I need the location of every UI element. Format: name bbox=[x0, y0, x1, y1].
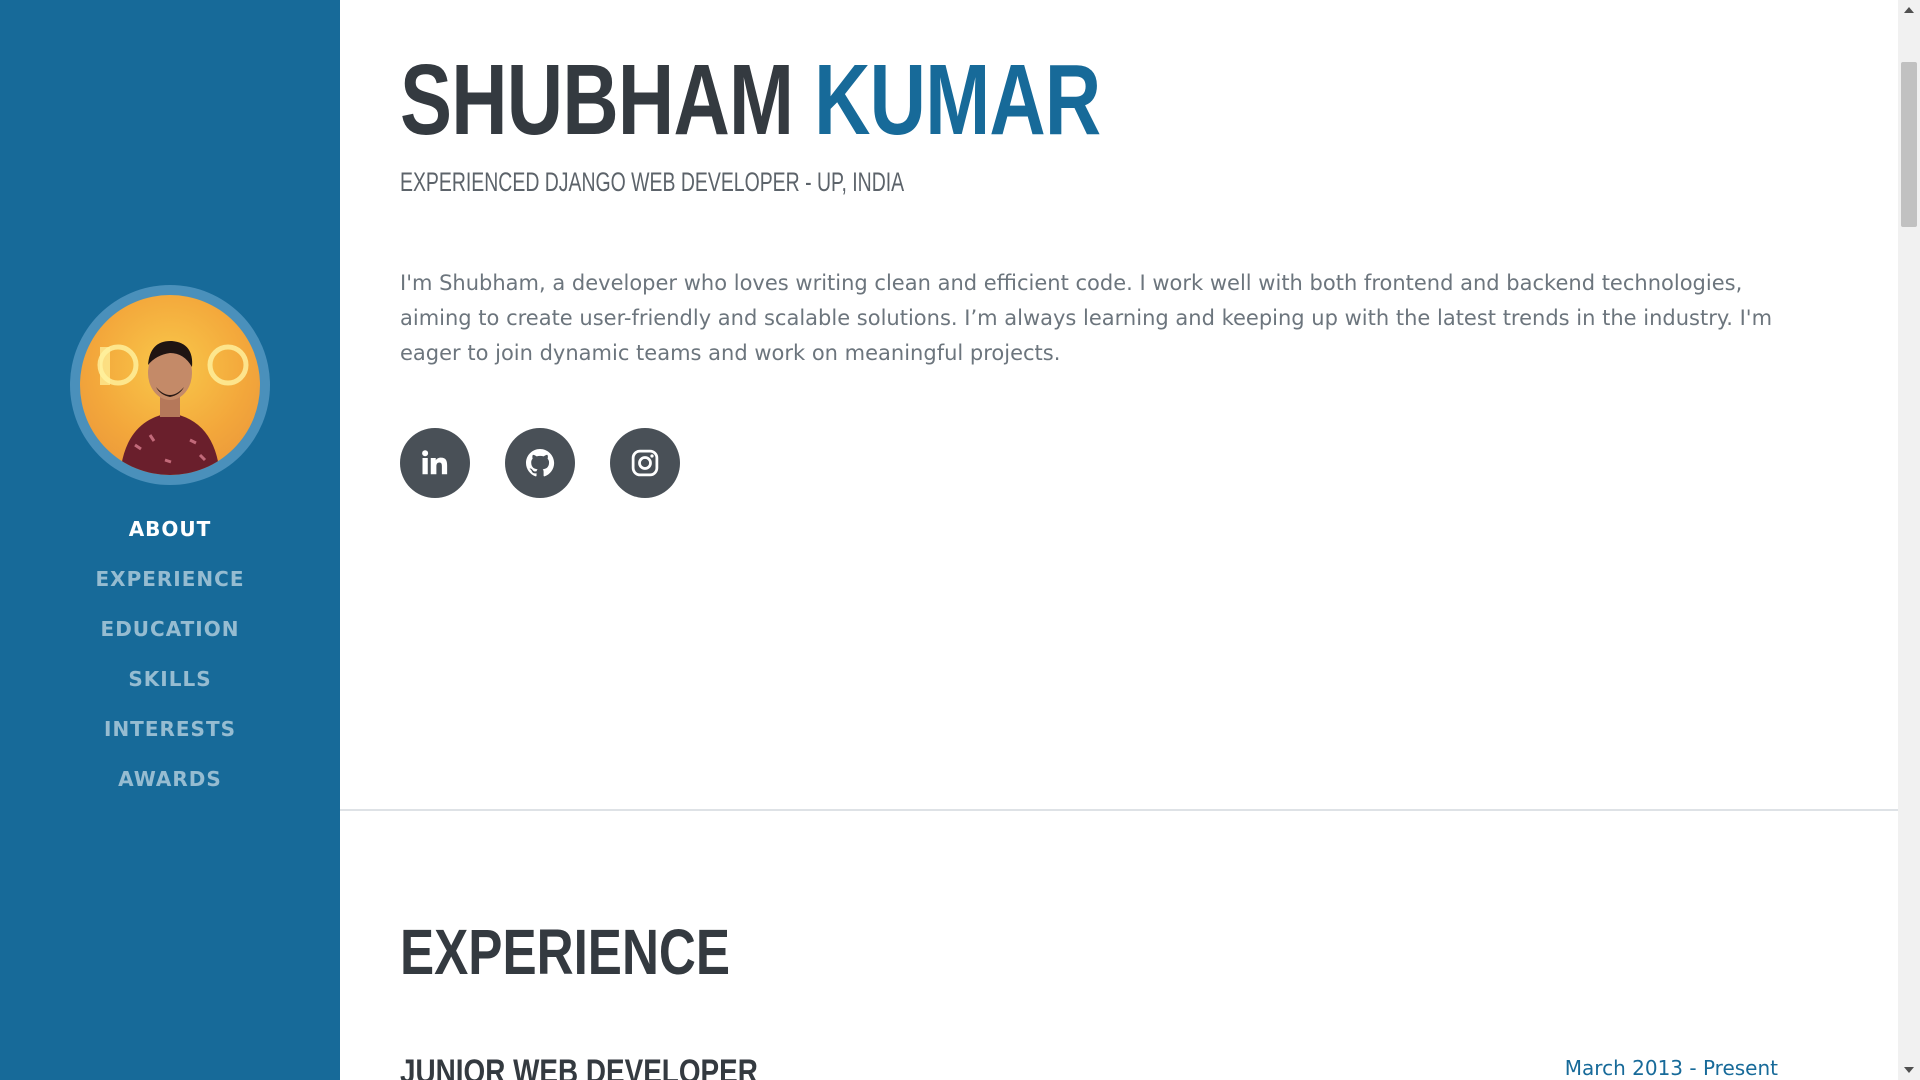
nav-item-about: ABOUT bbox=[0, 512, 340, 562]
nav-item-interests: INTERESTS bbox=[0, 712, 340, 762]
linkedin-button[interactable] bbox=[400, 428, 470, 498]
experience-heading: EXPERIENCE bbox=[400, 916, 731, 988]
last-name: KUMAR bbox=[814, 44, 1101, 156]
nav-item-awards: AWARDS bbox=[0, 762, 340, 812]
triangle-up-icon bbox=[1904, 7, 1914, 13]
scroll-down-arrow[interactable] bbox=[1898, 1060, 1920, 1080]
triangle-down-icon bbox=[1904, 1067, 1914, 1073]
nav-item-education: EDUCATION bbox=[0, 612, 340, 662]
instagram-button[interactable] bbox=[610, 428, 680, 498]
avatar-image bbox=[80, 295, 260, 475]
page-scrollbar[interactable] bbox=[1898, 0, 1920, 1080]
nav-item-experience: EXPERIENCE bbox=[0, 562, 340, 612]
instagram-icon bbox=[631, 449, 659, 477]
main-content: SHUBHAM KUMAR EXPERIENCED DJANGO WEB DEV… bbox=[340, 0, 1898, 1080]
linkedin-icon bbox=[422, 450, 448, 475]
sidebar-nav: ABOUT EXPERIENCE EDUCATION SKILLS INTERE… bbox=[0, 512, 340, 812]
github-icon bbox=[526, 449, 555, 477]
job-title: JUNIOR WEB DEVELOPER bbox=[400, 1053, 758, 1080]
scroll-up-arrow[interactable] bbox=[1898, 0, 1920, 20]
nav-link-education[interactable]: EDUCATION bbox=[101, 617, 240, 641]
nav-link-awards[interactable]: AWARDS bbox=[118, 767, 222, 791]
nav-link-interests[interactable]: INTERESTS bbox=[104, 717, 236, 741]
section-divider bbox=[340, 809, 1898, 811]
scroll-thumb[interactable] bbox=[1901, 62, 1917, 227]
avatar bbox=[70, 285, 270, 485]
job-date: March 2013 - Present bbox=[1564, 1056, 1778, 1080]
nav-link-about[interactable]: ABOUT bbox=[129, 517, 212, 541]
sidebar: ABOUT EXPERIENCE EDUCATION SKILLS INTERE… bbox=[0, 0, 340, 1080]
nav-link-experience[interactable]: EXPERIENCE bbox=[96, 567, 245, 591]
first-name: SHUBHAM bbox=[400, 44, 794, 156]
bio-text: I'm Shubham, a developer who loves writi… bbox=[400, 271, 1773, 365]
social-links bbox=[400, 428, 680, 498]
subtitle: EXPERIENCED DJANGO WEB DEVELOPER - UP, I… bbox=[400, 167, 905, 197]
github-button[interactable] bbox=[505, 428, 575, 498]
page-title: SHUBHAM KUMAR bbox=[400, 40, 1101, 160]
nav-link-skills[interactable]: SKILLS bbox=[128, 667, 211, 691]
nav-item-skills: SKILLS bbox=[0, 662, 340, 712]
